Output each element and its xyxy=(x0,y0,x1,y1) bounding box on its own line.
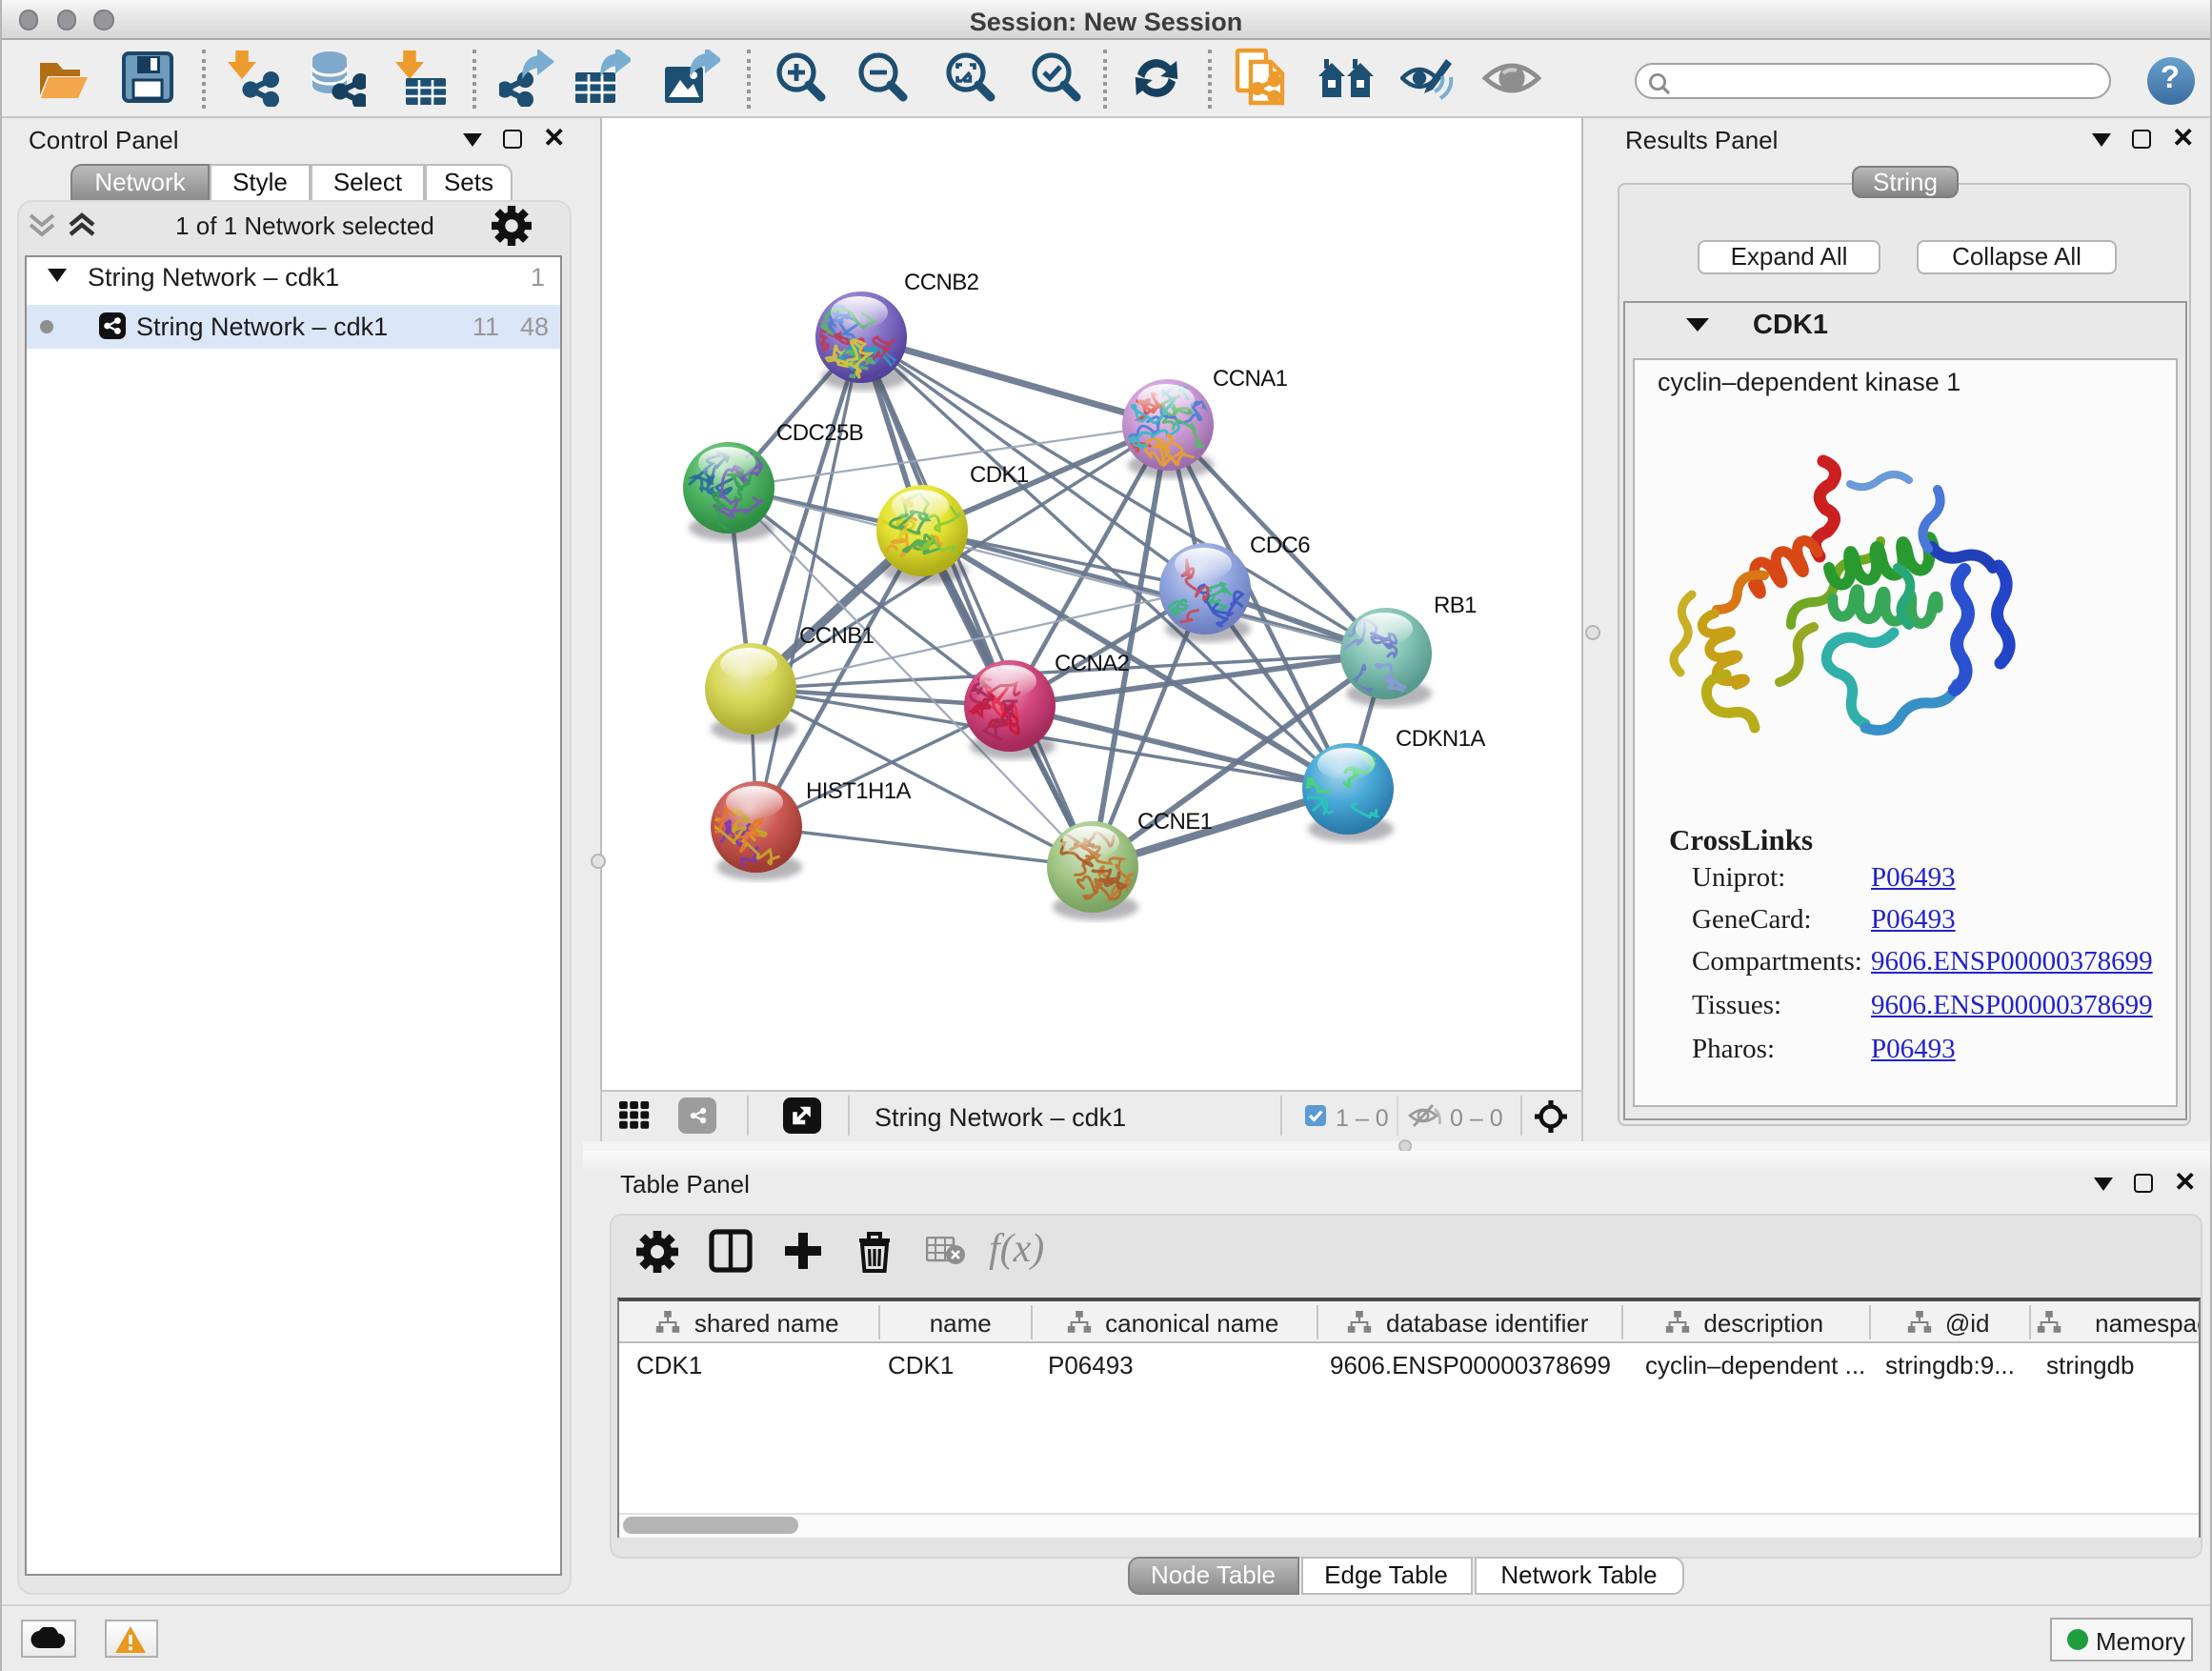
svg-text:CCNA1: CCNA1 xyxy=(1213,366,1288,392)
svg-text:CDC25B: CDC25B xyxy=(776,420,863,446)
svg-text:CDKN1A: CDKN1A xyxy=(1396,726,1485,752)
svg-text:CDK1: CDK1 xyxy=(970,462,1029,488)
svg-text:RB1: RB1 xyxy=(1434,593,1477,618)
svg-text:CDC6: CDC6 xyxy=(1250,533,1310,558)
svg-text:CCNB1: CCNB1 xyxy=(799,623,875,649)
svg-text:CCNA2: CCNA2 xyxy=(1055,651,1130,676)
svg-text:HIST1H1A: HIST1H1A xyxy=(806,778,911,804)
svg-text:CCNB2: CCNB2 xyxy=(904,270,979,295)
svg-text:CCNE1: CCNE1 xyxy=(1137,809,1213,835)
